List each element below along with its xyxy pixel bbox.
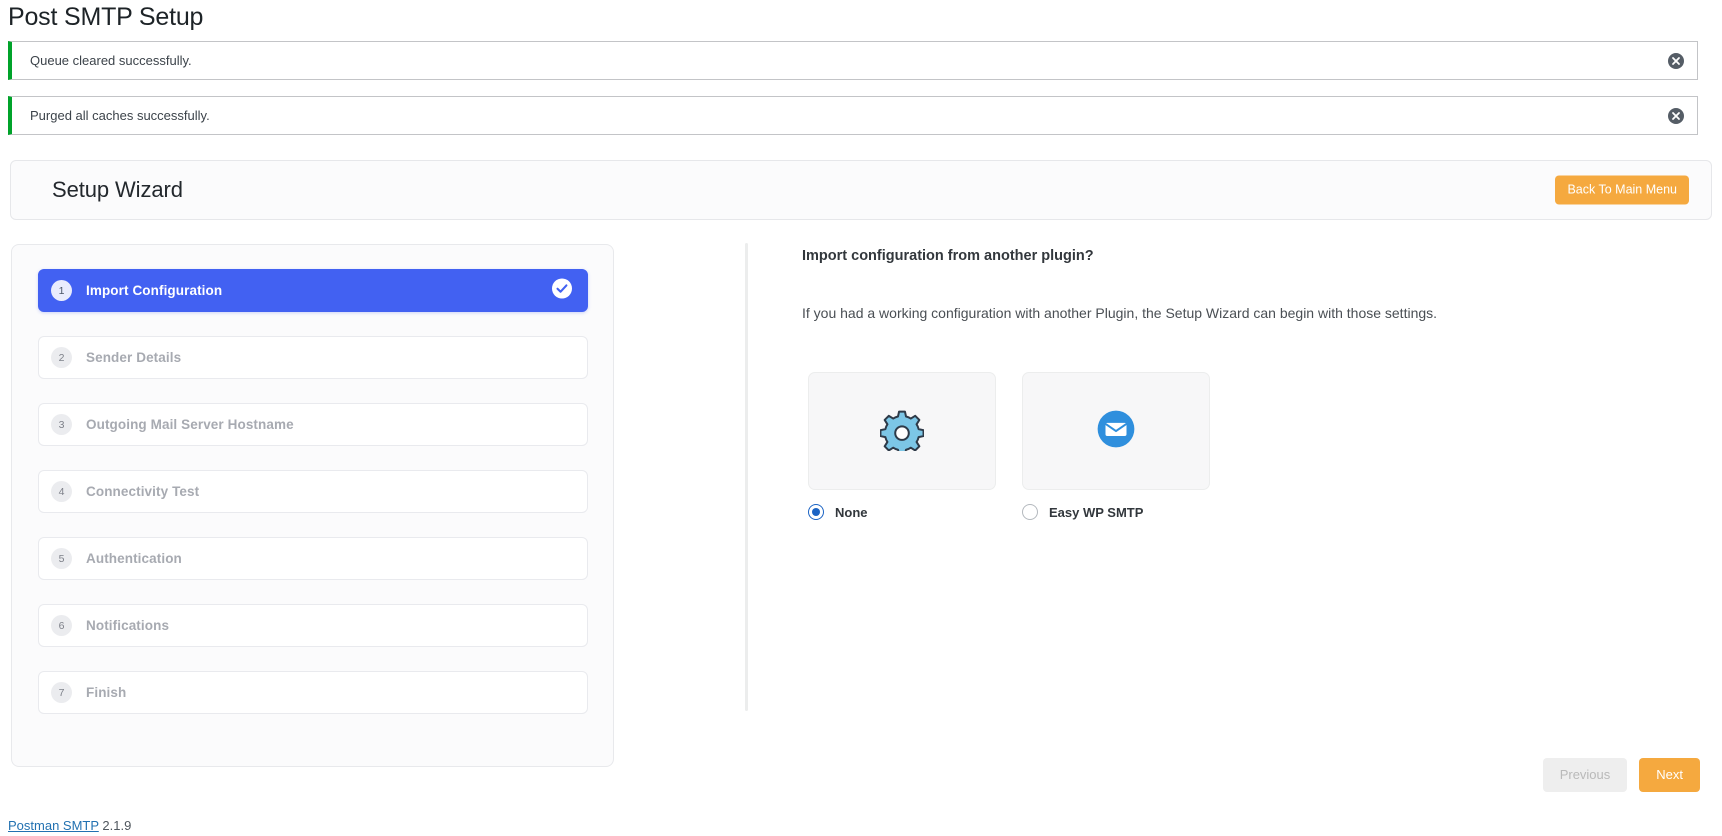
step-number: 2 [51,347,72,368]
radio-button-easy-wp-smtp[interactable] [1022,504,1038,520]
step-label: Notifications [86,618,170,633]
wizard-step-import-configuration[interactable]: 1 Import Configuration [38,269,588,312]
notice-queue-cleared: Queue cleared successfully. [8,41,1698,80]
envelope-icon [1095,408,1137,455]
page-footer: Postman SMTP 2.1.9 [8,818,131,833]
wizard-step-connectivity-test[interactable]: 4 Connectivity Test [38,470,588,513]
version-label: 2.1.9 [102,818,132,833]
step-label: Connectivity Test [86,484,200,499]
step-label: Finish [86,685,127,700]
wizard-body: 1 Import Configuration 2 Sender Details … [0,236,1722,776]
wizard-step-content: Import configuration from another plugin… [802,236,1702,321]
next-button[interactable]: Next [1639,758,1700,792]
content-description: If you had a working configuration with … [802,305,1438,321]
close-circle-icon[interactable] [1667,107,1685,125]
wizard-step-notifications[interactable]: 6 Notifications [38,604,588,647]
radio-button-none[interactable] [808,504,824,520]
plugin-radio-easy-wp-smtp[interactable]: Easy WP SMTP [1022,504,1210,520]
step-label: Authentication [86,551,182,566]
wizard-step-authentication[interactable]: 5 Authentication [38,537,588,580]
wizard-title: Setup Wizard [52,177,183,202]
plugin-option-label: None [835,504,868,520]
step-label: Outgoing Mail Server Hostname [86,417,294,432]
plugin-radio-none[interactable]: None [808,504,996,520]
wizard-step-sender-details[interactable]: 2 Sender Details [38,336,588,379]
post-smtp-setup-page: Post SMTP Setup Queue cleared successful… [0,0,1722,836]
step-number: 3 [51,414,72,435]
step-label: Sender Details [86,350,182,365]
back-to-main-menu-button[interactable]: Back To Main Menu [1555,175,1689,205]
check-circle-icon [552,278,572,303]
step-number: 7 [51,682,72,703]
step-number: 4 [51,481,72,502]
wizard-step-outgoing-mail-server-hostname[interactable]: 3 Outgoing Mail Server Hostname [38,403,588,446]
wizard-header: Setup Wizard Back To Main Menu [10,160,1712,220]
wizard-steps-panel: 1 Import Configuration 2 Sender Details … [11,244,614,767]
plugin-option-label: Easy WP SMTP [1049,504,1144,520]
notice-caches-purged: Purged all caches successfully. [8,96,1698,135]
postman-smtp-link[interactable]: Postman SMTP [8,818,99,833]
previous-button[interactable]: Previous [1542,758,1628,792]
import-plugin-options: None Easy WP SMTP [808,372,1210,520]
notice-message: Purged all caches successfully. [30,107,210,123]
step-label: Import Configuration [86,283,223,298]
plugin-option-none: None [808,372,996,520]
page-title: Post SMTP Setup [8,3,204,31]
gear-icon [879,407,925,456]
plugin-card-none[interactable] [808,372,996,490]
close-circle-icon[interactable] [1667,52,1685,70]
plugin-option-easy-wp-smtp: Easy WP SMTP [1022,372,1210,520]
step-number: 6 [51,615,72,636]
wizard-navigation-actions: Previous Next [1542,758,1700,792]
step-number: 1 [51,280,72,301]
content-heading: Import configuration from another plugin… [802,248,1094,264]
panel-divider [745,243,748,711]
wizard-step-finish[interactable]: 7 Finish [38,671,588,714]
wizard-steps-list: 1 Import Configuration 2 Sender Details … [38,269,588,714]
step-number: 5 [51,548,72,569]
plugin-card-easy-wp-smtp[interactable] [1022,372,1210,490]
notice-message: Queue cleared successfully. [30,52,192,68]
